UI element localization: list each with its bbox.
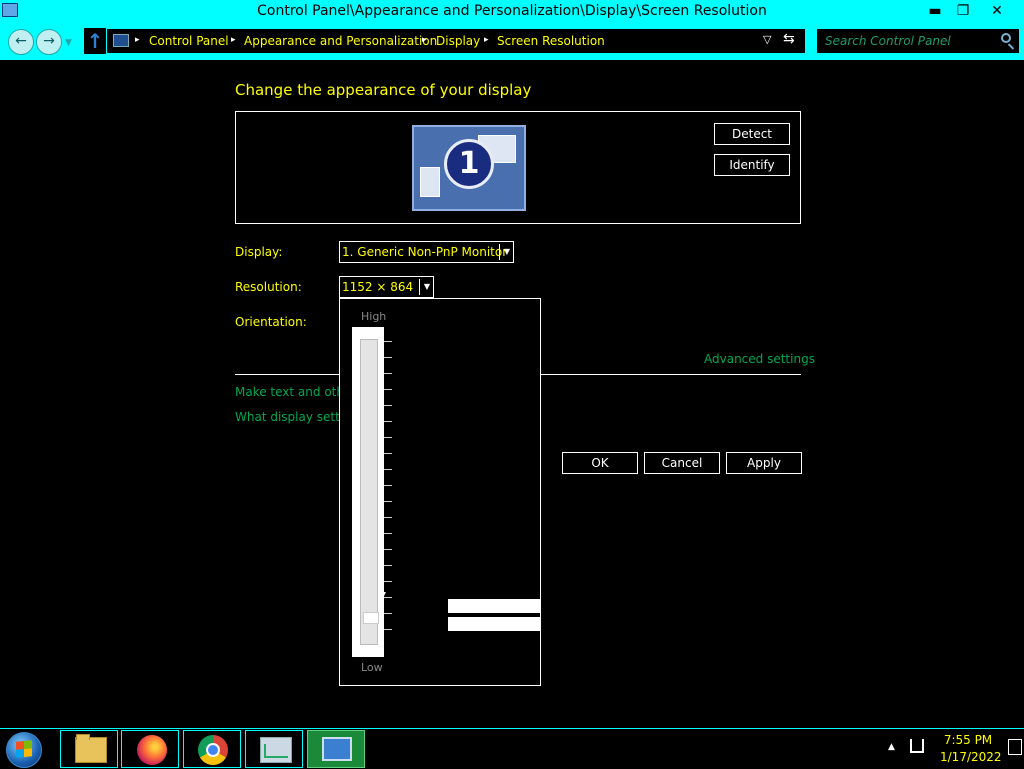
slider-tick xyxy=(384,437,392,438)
up-button[interactable]: ↑ xyxy=(84,28,106,54)
clock-date[interactable]: 1/17/2022 xyxy=(940,750,1002,764)
address-bar[interactable]: ▸ Control Panel ▸ Appearance and Persona… xyxy=(106,28,806,54)
start-button[interactable] xyxy=(6,732,42,768)
slider-tick xyxy=(384,517,392,518)
restore-button[interactable]: ❐ xyxy=(948,0,978,22)
slider-low-label: Low xyxy=(361,661,383,674)
rendering-artifact xyxy=(448,599,540,613)
breadcrumb-screen-resolution[interactable]: Screen Resolution xyxy=(497,34,605,48)
slider-tick xyxy=(384,533,392,534)
address-dropdown[interactable]: ▽ xyxy=(763,33,771,46)
window-title: Control Panel\Appearance and Personaliza… xyxy=(257,3,767,19)
slider-tick xyxy=(384,581,392,582)
mouse-cursor-icon xyxy=(379,592,386,606)
chevron-down-icon[interactable]: ▼ xyxy=(419,279,434,295)
slider-tick xyxy=(384,421,392,422)
slider-tick xyxy=(384,629,392,630)
resolution-label: Resolution: xyxy=(235,280,302,294)
network-icon[interactable] xyxy=(910,739,924,753)
firefox-icon xyxy=(137,735,167,765)
slider-thumb[interactable] xyxy=(363,612,379,624)
breadcrumb-display[interactable]: Display xyxy=(436,34,480,48)
taskbar-display-settings[interactable] xyxy=(307,730,365,768)
slider-tick xyxy=(384,341,392,342)
minimize-button[interactable]: ▬ xyxy=(920,0,950,22)
search-icon[interactable] xyxy=(1001,33,1011,43)
breadcrumb-control-panel[interactable]: Control Panel xyxy=(149,34,229,48)
breadcrumb-separator[interactable]: ▸ xyxy=(484,35,489,45)
folder-icon xyxy=(75,734,107,763)
back-button[interactable]: ← xyxy=(8,29,34,55)
resolution-slider[interactable] xyxy=(352,327,392,657)
page-heading: Change the appearance of your display xyxy=(235,81,532,99)
slider-tick xyxy=(384,485,392,486)
monitor-1-thumbnail[interactable]: 1 xyxy=(412,125,526,211)
resolution-select-value: 1152 × 864 xyxy=(342,280,414,294)
search-box[interactable] xyxy=(816,28,1020,54)
slider-tick xyxy=(384,501,392,502)
breadcrumb-separator[interactable]: ▸ xyxy=(422,35,427,45)
monitor-number-badge: 1 xyxy=(444,139,494,189)
recent-pages-dropdown[interactable]: ▼ xyxy=(65,38,72,48)
display-select[interactable]: 1. Generic Non-PnP Monitor ▼ xyxy=(339,241,514,263)
taskbar-chrome[interactable] xyxy=(183,730,241,768)
breadcrumb-appearance-personalization[interactable]: Appearance and Personalization xyxy=(244,34,437,48)
slider-tick xyxy=(384,405,392,406)
slider-tick xyxy=(384,373,392,374)
slider-high-label: High xyxy=(361,310,387,323)
performance-monitor-icon xyxy=(260,737,292,763)
breadcrumb-separator[interactable]: ▸ xyxy=(231,35,236,45)
rendering-artifact xyxy=(448,617,540,631)
window-preview xyxy=(420,167,440,197)
cancel-button[interactable]: Cancel xyxy=(644,452,720,474)
title-bar: Control Panel\Appearance and Personaliza… xyxy=(0,0,1024,24)
slider-tick xyxy=(384,469,392,470)
taskbar: ▲ 7:55 PM 1/17/2022 xyxy=(0,728,1024,769)
close-button[interactable]: ✕ xyxy=(982,0,1012,22)
forward-button[interactable]: → xyxy=(36,29,62,55)
ok-button[interactable]: OK xyxy=(562,452,638,474)
navigation-bar: ← → ▼ ↑ ▸ Control Panel ▸ Appearance and… xyxy=(0,24,1024,60)
identify-button[interactable]: Identify xyxy=(714,154,790,176)
slider-tick xyxy=(384,549,392,550)
display-settings-icon xyxy=(322,737,352,761)
slider-track[interactable] xyxy=(360,339,379,645)
slider-tick xyxy=(384,613,392,614)
notification-icon[interactable] xyxy=(1008,739,1022,755)
apply-button[interactable]: Apply xyxy=(726,452,802,474)
slider-tick xyxy=(384,357,392,358)
slider-tick xyxy=(384,453,392,454)
resolution-slider-popup: High Low xyxy=(339,298,541,686)
refresh-icon[interactable]: ⇆ xyxy=(783,31,795,47)
breadcrumb-separator[interactable]: ▸ xyxy=(135,35,140,45)
search-input[interactable] xyxy=(825,32,995,50)
taskbar-performance-monitor[interactable] xyxy=(245,730,303,768)
slider-tick xyxy=(384,389,392,390)
display-select-value: 1. Generic Non-PnP Monitor xyxy=(342,245,508,259)
resolution-select[interactable]: 1152 × 864 ▼ xyxy=(339,276,434,298)
chrome-icon xyxy=(198,735,228,765)
slider-tick xyxy=(384,565,392,566)
chevron-down-icon[interactable]: ▼ xyxy=(499,244,514,260)
detect-button[interactable]: Detect xyxy=(714,123,790,145)
display-label: Display: xyxy=(235,245,283,259)
taskbar-file-explorer[interactable] xyxy=(60,730,118,768)
orientation-label: Orientation: xyxy=(235,315,307,329)
clock-time[interactable]: 7:55 PM xyxy=(940,733,996,747)
advanced-settings-link[interactable]: Advanced settings xyxy=(704,352,815,366)
taskbar-firefox[interactable] xyxy=(121,730,179,768)
computer-icon xyxy=(113,34,129,47)
show-hidden-icons-button[interactable]: ▲ xyxy=(888,742,895,752)
